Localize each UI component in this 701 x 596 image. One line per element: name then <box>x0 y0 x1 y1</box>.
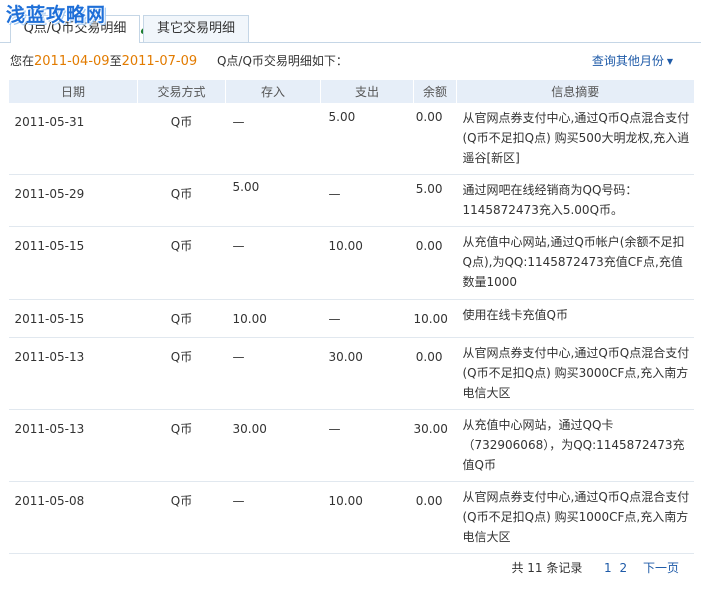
cell-deposit: — <box>225 103 321 175</box>
cell-date: 2011-05-15 <box>8 299 138 338</box>
cell-summary: 从官网点券支付中心,通过Q币Q点混合支付(Q币不足扣Q点) 购买1000CF点,… <box>456 481 694 554</box>
cell-date: 2011-05-13 <box>8 409 138 482</box>
table-row: 2011-05-15 Q币 10.00 — 10.00 使用在线卡充值Q币 <box>8 299 694 338</box>
col-header-type: 交易方式 <box>137 80 226 103</box>
other-month-dropdown[interactable]: 查询其他月份 ▼ <box>592 52 673 69</box>
cell-expense: — <box>320 299 414 338</box>
cell-date: 2011-05-29 <box>8 174 138 227</box>
page-link-2[interactable]: 2 <box>620 561 628 575</box>
transaction-table: 日期 交易方式 存入 支出 余额 信息摘要 2011-05-31 Q币 — 5.… <box>8 80 694 554</box>
cell-expense: 10.00 <box>320 226 414 300</box>
cell-type: Q币 <box>137 481 226 554</box>
cell-balance: 0.00 <box>413 103 457 175</box>
table-row: 2011-05-13 Q币 30.00 — 30.00 从充值中心网站，通过QQ… <box>8 409 694 482</box>
range-start-date: 2011-04-09 <box>34 54 110 69</box>
cell-date: 2011-05-31 <box>8 103 138 175</box>
other-month-label: 查询其他月份 <box>591 54 664 68</box>
cell-type: Q币 <box>137 337 226 410</box>
cell-type: Q币 <box>137 103 226 175</box>
cell-date: 2011-05-08 <box>8 481 138 554</box>
cell-deposit: 5.00 <box>225 174 321 227</box>
cell-expense: — <box>320 409 414 482</box>
cell-deposit: — <box>225 226 321 300</box>
col-header-expense: 支出 <box>320 80 414 103</box>
table-row: 2011-05-08 Q币 — 10.00 0.00 从官网点券支付中心,通过Q… <box>8 481 694 554</box>
tab-other-details[interactable]: 其它交易明细 <box>143 15 249 42</box>
cell-date: 2011-05-13 <box>8 337 138 410</box>
cell-balance: 10.00 <box>413 299 457 338</box>
cell-balance: 5.00 <box>413 174 457 227</box>
range-end-date: 2011-07-09 <box>121 54 198 69</box>
col-header-date: 日期 <box>8 80 138 103</box>
range-prefix: 您在 <box>10 54 35 68</box>
cell-balance: 0.00 <box>413 337 457 410</box>
pagination: 共 11 条记录 1 2 下一页 <box>511 559 679 576</box>
cell-type: Q币 <box>137 299 226 338</box>
cell-expense: 5.00 <box>320 103 414 175</box>
table-row: 2011-05-15 Q币 — 10.00 0.00 从充值中心网站,通过Q币帐… <box>8 226 694 300</box>
cell-type: Q币 <box>137 226 226 300</box>
cell-date: 2011-05-15 <box>8 226 138 300</box>
table-row: 2011-05-13 Q币 — 30.00 0.00 从官网点券支付中心,通过Q… <box>8 337 694 410</box>
caret-down-icon: ▼ <box>666 57 673 66</box>
cell-type: Q币 <box>137 409 226 482</box>
cell-summary: 使用在线卡充值Q币 <box>456 299 694 338</box>
col-header-deposit: 存入 <box>225 80 321 103</box>
cell-deposit: — <box>225 481 321 554</box>
cell-summary: 从充值中心网站，通过QQ卡（732906068），为QQ:1145872473充… <box>456 409 694 482</box>
site-logo-overlay: 浅蓝攻略网 <box>6 4 107 26</box>
cell-summary: 从官网点券支付中心,通过Q币Q点混合支付(Q币不足扣Q点) 购买500大明龙权,… <box>456 103 694 175</box>
cell-balance: 0.00 <box>413 481 457 554</box>
range-separator: 至 <box>109 54 122 68</box>
cell-summary: 从充值中心网站,通过Q币帐户(余额不足扣Q点),为QQ:1145872473充值… <box>456 226 694 300</box>
col-header-balance: 余额 <box>413 80 457 103</box>
next-page-link[interactable]: 下一页 <box>643 561 679 575</box>
page-link-1[interactable]: 1 <box>604 561 612 575</box>
cell-expense: — <box>320 174 414 227</box>
cell-summary: 从官网点券支付中心,通过Q币Q点混合支付(Q币不足扣Q点) 购买3000CF点,… <box>456 337 694 410</box>
cell-deposit: 30.00 <box>225 409 321 482</box>
cell-deposit: — <box>225 337 321 410</box>
cell-type: Q币 <box>137 174 226 227</box>
range-suffix: Q点/Q币交易明细如下： <box>216 54 348 68</box>
table-row: 2011-05-31 Q币 — 5.00 0.00 从官网点券支付中心,通过Q币… <box>8 103 694 175</box>
col-header-summary: 信息摘要 <box>456 80 694 103</box>
date-range-line: 您在2011-04-09至2011-07-09 Q点/Q币交易明细如下： <box>10 53 348 69</box>
cell-expense: 10.00 <box>320 481 414 554</box>
cell-deposit: 10.00 <box>225 299 321 338</box>
cell-balance: 0.00 <box>413 226 457 300</box>
cell-expense: 30.00 <box>320 337 414 410</box>
cell-balance: 30.00 <box>413 409 457 482</box>
table-row: 2011-05-29 Q币 5.00 — 5.00 通过网吧在线经销商为QQ号码… <box>8 174 694 227</box>
table-header-row: 日期 交易方式 存入 支出 余额 信息摘要 <box>8 80 694 103</box>
cell-summary: 通过网吧在线经销商为QQ号码：1145872473充入5.00Q币。 <box>456 174 694 227</box>
record-count: 共 11 条记录 <box>511 561 583 575</box>
